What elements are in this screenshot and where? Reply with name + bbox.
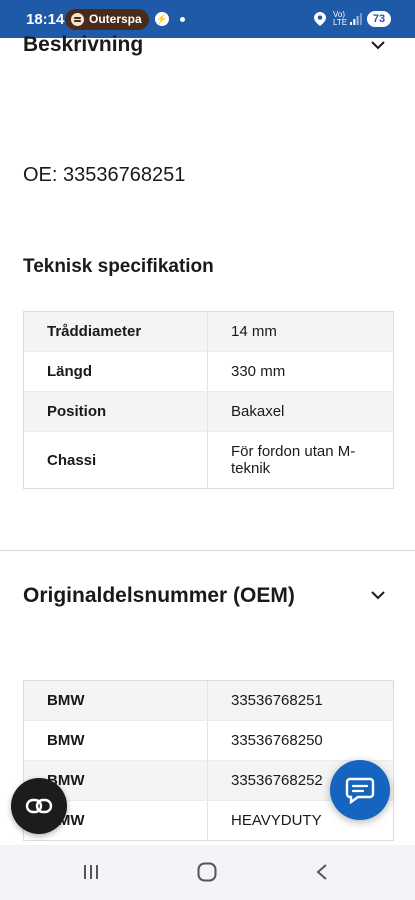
spotify-notification[interactable]: Outerspa xyxy=(65,9,149,30)
table-row: Chassi För fordon utan M-teknik xyxy=(24,432,393,488)
oem-brand: BMW xyxy=(24,681,208,720)
spec-value: Bakaxel xyxy=(231,403,285,420)
link-button[interactable] xyxy=(11,778,67,834)
table-row: BMW 33536768250 xyxy=(24,721,393,761)
volte-line2: LTE xyxy=(333,18,348,27)
table-row: Tråddiameter 14 mm xyxy=(24,312,393,352)
chevron-down-icon[interactable] xyxy=(370,590,386,600)
recents-icon[interactable] xyxy=(82,863,100,881)
oem-table: BMW 33536768251 BMW 33536768250 BMW 3353… xyxy=(23,680,394,841)
oem-brand: BMW xyxy=(24,721,208,760)
messenger-icon: ⚡ xyxy=(155,12,169,26)
section-divider xyxy=(0,550,415,551)
spec-value: 330 mm xyxy=(231,363,286,380)
spec-key: Tråddiameter xyxy=(24,312,208,351)
table-row: BMW 33536768251 xyxy=(24,681,393,721)
spotify-icon xyxy=(71,13,84,26)
spec-value: 14 mm xyxy=(231,323,277,340)
volte-icon: Vo) LTE xyxy=(333,11,347,27)
chat-button[interactable] xyxy=(330,760,390,820)
spotify-track-label: Outerspa xyxy=(89,12,142,26)
spec-value: För fordon utan M-teknik xyxy=(231,443,356,477)
chevron-down-icon[interactable] xyxy=(370,40,386,50)
table-row: Position Bakaxel xyxy=(24,392,393,432)
oem-section-title[interactable]: Originaldelsnummer (OEM) xyxy=(23,584,295,608)
oem-number: 33536768251 xyxy=(231,692,323,709)
link-icon xyxy=(25,798,53,814)
oem-number: 33536768250 xyxy=(231,732,323,749)
system-nav-bar xyxy=(0,845,415,900)
status-time: 18:14 xyxy=(26,11,65,28)
chat-icon xyxy=(345,777,375,805)
spec-key: Position xyxy=(24,392,208,431)
location-icon xyxy=(314,12,326,26)
spec-key: Chassi xyxy=(24,432,208,488)
oe-number-text: OE: 33536768251 xyxy=(23,164,186,186)
back-icon[interactable] xyxy=(315,863,329,881)
table-row: Längd 330 mm xyxy=(24,352,393,392)
home-icon[interactable] xyxy=(197,862,217,882)
description-section-title[interactable]: Beskrivning xyxy=(23,33,143,57)
signal-icon xyxy=(350,13,362,25)
spec-table: Tråddiameter 14 mm Längd 330 mm Position… xyxy=(23,311,394,489)
more-notifications-dot xyxy=(180,17,185,22)
battery-indicator: 73 xyxy=(367,11,391,27)
spec-title: Teknisk specifikation xyxy=(23,256,214,277)
spec-key: Längd xyxy=(24,352,208,391)
